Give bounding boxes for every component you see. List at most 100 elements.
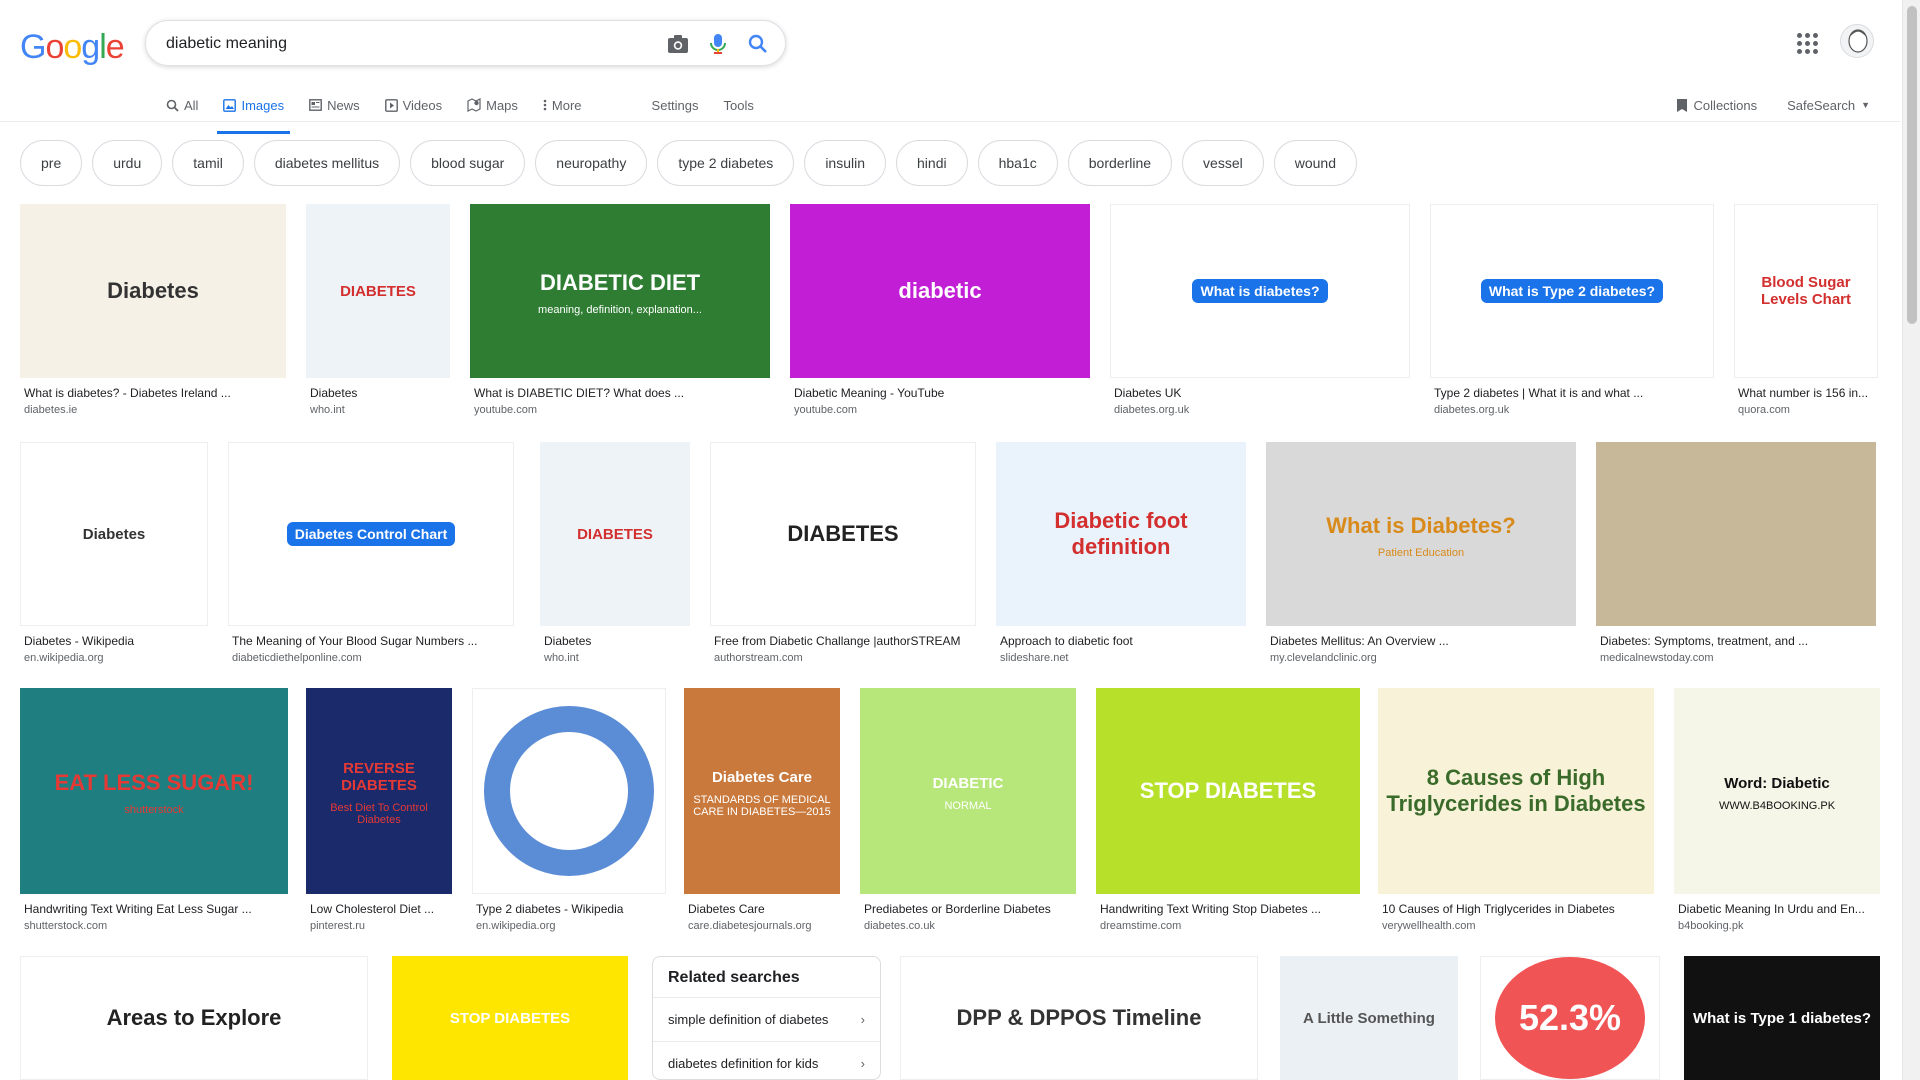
chip-tamil[interactable]: tamil	[172, 140, 244, 186]
result-source[interactable]: shutterstock.com	[20, 920, 288, 932]
result-thumbnail[interactable]: What is diabetes?	[1110, 204, 1410, 378]
result-title[interactable]: What number is 156 in...	[1734, 386, 1878, 400]
tab-videos[interactable]: Videos	[384, 88, 442, 122]
result-source[interactable]: slideshare.net	[996, 652, 1246, 664]
image-result[interactable]: Diabetes Control Chart The Meaning of You…	[228, 442, 514, 664]
result-source[interactable]: who.int	[306, 404, 450, 416]
tab-more[interactable]: More	[543, 88, 582, 122]
image-result[interactable]: What is Type 2 diabetes? Type 2 diabetes …	[1430, 204, 1714, 416]
result-title[interactable]: Diabetic Meaning In Urdu and En...	[1674, 902, 1880, 916]
image-result[interactable]: STOP DIABETES Handwriting Text Writing St…	[1096, 688, 1360, 932]
result-thumbnail[interactable]: Blood Sugar Levels Chart	[1734, 204, 1878, 378]
result-thumbnail[interactable]: DIABETES	[710, 442, 976, 626]
result-thumbnail[interactable]: Diabetic foot definition	[996, 442, 1246, 626]
image-result[interactable]: Areas to Explore	[20, 956, 368, 1080]
result-title[interactable]: Type 2 diabetes - Wikipedia	[472, 902, 666, 916]
chip-type-2-diabetes[interactable]: type 2 diabetes	[657, 140, 795, 186]
search-box[interactable]	[145, 20, 786, 66]
chip-borderline[interactable]: borderline	[1067, 140, 1173, 186]
safesearch-button[interactable]: SafeSearch ▼	[1787, 98, 1870, 113]
image-result[interactable]: Blood Sugar Levels Chart What number is 1…	[1734, 204, 1878, 416]
tab-maps[interactable]: Maps	[467, 88, 518, 122]
result-source[interactable]: my.clevelandclinic.org	[1266, 652, 1576, 664]
result-thumbnail[interactable]: Diabetes	[20, 204, 286, 378]
result-source[interactable]: diabetes.org.uk	[1430, 404, 1714, 416]
result-source[interactable]: medicalnewstoday.com	[1596, 652, 1876, 664]
scrollbar-thumb[interactable]	[1907, 6, 1917, 324]
google-logo[interactable]: Google	[20, 28, 125, 67]
result-title[interactable]: Type 2 diabetes | What it is and what ..…	[1430, 386, 1714, 400]
chip-hba1c[interactable]: hba1c	[977, 140, 1058, 186]
result-source[interactable]: en.wikipedia.org	[472, 920, 666, 932]
chip-neuropathy[interactable]: neuropathy	[535, 140, 648, 186]
image-result[interactable]: DIABETES Diabetes who.int	[540, 442, 690, 664]
result-source[interactable]: quora.com	[1734, 404, 1878, 416]
related-search-item[interactable]: diabetes definition for kids ›	[653, 1041, 880, 1080]
result-thumbnail[interactable]: Areas to Explore	[20, 956, 368, 1080]
result-source[interactable]: youtube.com	[790, 404, 1090, 416]
microphone-icon[interactable]	[706, 32, 730, 56]
result-thumbnail[interactable]: What is Type 2 diabetes?	[1430, 204, 1714, 378]
result-title[interactable]: Diabetes	[306, 386, 450, 400]
result-title[interactable]: Free from Diabetic Challange |authorSTRE…	[710, 634, 976, 648]
result-thumbnail[interactable]	[472, 688, 666, 894]
result-thumbnail[interactable]: DIABETIC NORMAL	[860, 688, 1076, 894]
result-thumbnail[interactable]	[1596, 442, 1876, 626]
result-thumbnail[interactable]: What is Diabetes? Patient Education	[1266, 442, 1576, 626]
result-source[interactable]: who.int	[540, 652, 690, 664]
result-thumbnail[interactable]: EAT LESS SUGAR! shutterstock	[20, 688, 288, 894]
tab-all[interactable]: All	[166, 88, 198, 122]
chip-urdu[interactable]: urdu	[92, 140, 163, 186]
result-title[interactable]: Diabetes Mellitus: An Overview ...	[1266, 634, 1576, 648]
image-result[interactable]: Diabetes Care STANDARDS OF MEDICAL CARE I…	[684, 688, 840, 932]
apps-grid-icon[interactable]	[1795, 31, 1819, 55]
result-thumbnail[interactable]: Diabetes Control Chart	[228, 442, 514, 626]
image-result[interactable]: DIABETES Diabetes who.int	[306, 204, 450, 416]
result-title[interactable]: What is diabetes? - Diabetes Ireland ...	[20, 386, 286, 400]
result-title[interactable]: Handwriting Text Writing Eat Less Sugar …	[20, 902, 288, 916]
result-title[interactable]: Prediabetes or Borderline Diabetes	[860, 902, 1076, 916]
result-source[interactable]: diabetes.org.uk	[1110, 404, 1410, 416]
result-source[interactable]: diabetes.co.uk	[860, 920, 1076, 932]
result-thumbnail[interactable]: 8 Causes of High Triglycerides in Diabet…	[1378, 688, 1654, 894]
result-title[interactable]: Diabetic Meaning - YouTube	[790, 386, 1090, 400]
result-thumbnail[interactable]: DIABETES	[540, 442, 690, 626]
result-title[interactable]: Diabetes	[540, 634, 690, 648]
image-result[interactable]: DIABETES Free from Diabetic Challange |au…	[710, 442, 976, 664]
result-source[interactable]: youtube.com	[470, 404, 770, 416]
collections-button[interactable]: Collections	[1676, 98, 1757, 113]
camera-icon[interactable]	[666, 32, 690, 56]
image-result[interactable]: 8 Causes of High Triglycerides in Diabet…	[1378, 688, 1654, 932]
result-thumbnail[interactable]: What is Type 1 diabetes?	[1684, 956, 1880, 1080]
result-thumbnail[interactable]: DIABETIC DIET meaning, definition, explan…	[470, 204, 770, 378]
result-title[interactable]: Approach to diabetic foot	[996, 634, 1246, 648]
result-title[interactable]: Low Cholesterol Diet ...	[306, 902, 452, 916]
image-result[interactable]: DIABETIC DIET meaning, definition, explan…	[470, 204, 770, 416]
image-result[interactable]: REVERSE DIABETES Best Diet To Control Dia…	[306, 688, 452, 932]
image-result[interactable]: DPP & DPPOS Timeline	[900, 956, 1258, 1080]
result-title[interactable]: Diabetes: Symptoms, treatment, and ...	[1596, 634, 1876, 648]
image-result[interactable]: Diabetes Diabetes - Wikipedia en.wikipedia…	[20, 442, 208, 664]
result-source[interactable]: dreamstime.com	[1096, 920, 1360, 932]
chip-pre[interactable]: pre	[20, 140, 83, 186]
chip-wound[interactable]: wound	[1273, 140, 1357, 186]
chip-diabetes-mellitus[interactable]: diabetes mellitus	[253, 140, 401, 186]
result-source[interactable]: care.diabetesjournals.org	[684, 920, 840, 932]
result-title[interactable]: What is DIABETIC DIET? What does ...	[470, 386, 770, 400]
avatar[interactable]	[1840, 24, 1874, 58]
result-title[interactable]: 10 Causes of High Triglycerides in Diabe…	[1378, 902, 1654, 916]
result-thumbnail[interactable]: STOP DIABETES	[1096, 688, 1360, 894]
tab-news[interactable]: News	[309, 88, 360, 122]
image-result[interactable]: A Little Something	[1280, 956, 1458, 1080]
chip-hindi[interactable]: hindi	[896, 140, 968, 186]
result-thumbnail[interactable]: DPP & DPPOS Timeline	[900, 956, 1258, 1080]
search-input[interactable]	[166, 33, 646, 55]
image-result[interactable]: Type 2 diabetes - Wikipedia en.wikipedia.…	[472, 688, 666, 932]
image-result[interactable]: What is Diabetes? Patient Education Diabet…	[1266, 442, 1576, 664]
page-scrollbar[interactable]	[1902, 0, 1920, 1080]
result-thumbnail[interactable]: DIABETES	[306, 204, 450, 378]
image-result[interactable]: What is Type 1 diabetes?	[1684, 956, 1880, 1080]
result-title[interactable]: Handwriting Text Writing Stop Diabetes .…	[1096, 902, 1360, 916]
image-result[interactable]: Diabetes What is diabetes? - Diabetes Ire…	[20, 204, 286, 416]
result-source[interactable]: diabetes.ie	[20, 404, 286, 416]
